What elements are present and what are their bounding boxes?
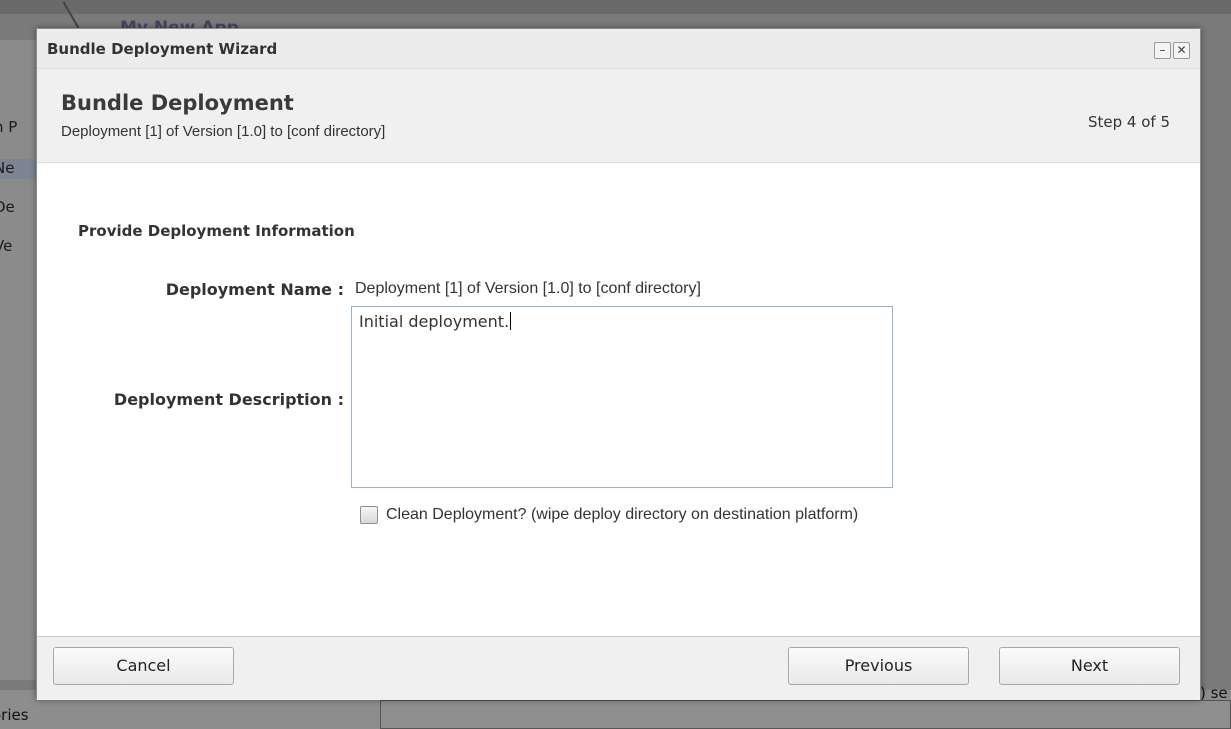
bundle-deployment-wizard-dialog: Bundle Deployment Wizard – ✕ Bundle Depl…	[36, 28, 1201, 700]
clean-deployment-checkbox[interactable]	[360, 506, 378, 524]
clean-deployment-option[interactable]: Clean Deployment? (wipe deploy directory…	[360, 506, 858, 524]
cancel-button[interactable]: Cancel	[53, 647, 234, 685]
background-nav-item: De	[0, 198, 15, 216]
deployment-name-label: Deployment Name :	[165, 280, 344, 299]
previous-button[interactable]: Previous	[788, 647, 969, 685]
dialog-titlebar[interactable]: Bundle Deployment Wizard – ✕	[37, 29, 1200, 69]
wizard-title: Bundle Deployment	[61, 91, 294, 115]
deployment-description-label: Deployment Description :	[113, 390, 344, 409]
deployment-name-value: Deployment [1] of Version [1.0] to [conf…	[355, 280, 701, 297]
dialog-title: Bundle Deployment Wizard	[47, 40, 278, 58]
wizard-footer: Cancel Previous Next	[37, 636, 1200, 700]
clean-deployment-label[interactable]: Clean Deployment? (wipe deploy directory…	[386, 506, 858, 524]
deployment-description-textarea[interactable]: Initial deployment.	[351, 306, 893, 488]
wizard-subtitle: Deployment [1] of Version [1.0] to [conf…	[61, 123, 386, 140]
wizard-content: Provide Deployment Information Deploymen…	[37, 163, 1200, 636]
wizard-header: Bundle Deployment Deployment [1] of Vers…	[37, 69, 1200, 163]
text-cursor	[510, 312, 512, 330]
deployment-description-text: Initial deployment.	[359, 312, 510, 331]
background-bottom-panel	[380, 700, 1231, 729]
background-nav-item: Ve	[0, 237, 13, 255]
section-title: Provide Deployment Information	[78, 222, 355, 240]
close-icon[interactable]: ✕	[1173, 42, 1190, 59]
wizard-step-indicator: Step 4 of 5	[1087, 113, 1170, 131]
minimize-icon[interactable]: –	[1154, 42, 1171, 59]
background-bottom-label: ories	[0, 706, 29, 724]
background-nav-item: Ne	[0, 159, 36, 179]
next-button[interactable]: Next	[999, 647, 1180, 685]
background-right-label: ) se	[1200, 684, 1228, 702]
background-top-bar	[0, 0, 1231, 14]
background-nav-item: n P	[0, 118, 18, 136]
